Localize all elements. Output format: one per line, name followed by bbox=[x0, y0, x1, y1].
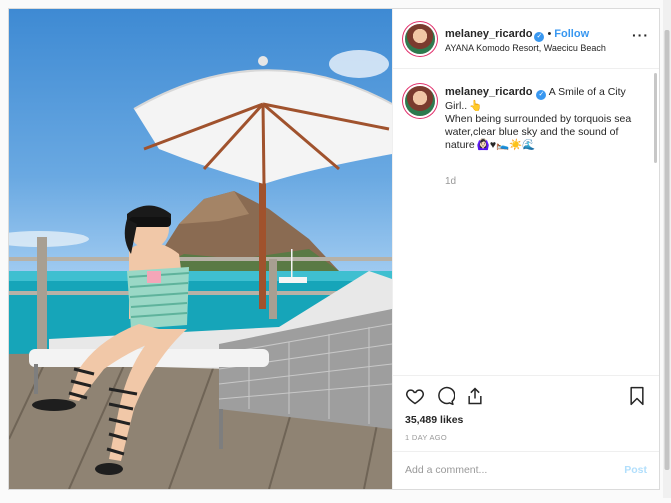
separator-dot: • bbox=[547, 28, 552, 40]
avatar[interactable] bbox=[405, 24, 435, 54]
bookmark-icon[interactable] bbox=[627, 386, 647, 406]
post-photo[interactable] bbox=[9, 9, 392, 489]
post-header: melaney_ricardo ✓ • Follow AYANA Komodo Res… bbox=[393, 9, 659, 69]
caption-text: melaney_ricardo ✓ A Smile of a City Girl.… bbox=[445, 86, 640, 152]
add-comment-bar: Post bbox=[393, 451, 659, 489]
comments-scrollbar[interactable] bbox=[654, 73, 657, 163]
likes-count[interactable]: 35,489 likes bbox=[405, 414, 463, 426]
comment-icon[interactable] bbox=[435, 386, 455, 406]
caption-avatar[interactable] bbox=[405, 86, 435, 116]
caption-line-2: When being surrounded by torquois sea wa… bbox=[445, 113, 632, 151]
comment-input[interactable] bbox=[405, 461, 605, 479]
verified-badge-icon: ✓ bbox=[534, 32, 545, 42]
emoji-string: 🙆🏻‍♀️♥🛌☀️🌊 bbox=[476, 139, 536, 151]
caption-timestamp: 1d bbox=[445, 176, 457, 187]
page-scrollbar[interactable] bbox=[663, 0, 671, 498]
verified-badge-icon: ✓ bbox=[536, 90, 547, 100]
post-sidebar: melaney_ricardo ✓ • Follow AYANA Komodo Res… bbox=[392, 9, 659, 489]
page-scrollbar-track bbox=[663, 0, 671, 498]
post-comment-button[interactable]: Post bbox=[624, 464, 647, 476]
heart-icon[interactable] bbox=[405, 386, 425, 406]
username-link[interactable]: melaney_ricardo bbox=[445, 28, 532, 40]
more-options-icon[interactable]: ··· bbox=[632, 27, 649, 43]
share-icon[interactable] bbox=[465, 386, 485, 406]
beach-scene-image bbox=[9, 50, 392, 489]
instagram-post: melaney_ricardo ✓ • Follow AYANA Komodo Res… bbox=[8, 8, 660, 490]
comments-section: melaney_ricardo ✓ A Smile of a City Girl.… bbox=[393, 69, 659, 379]
caption-username-link[interactable]: melaney_ricardo bbox=[445, 86, 532, 98]
posted-time: 1 DAY AGO bbox=[405, 433, 448, 442]
pointing-up-emoji: 👆 bbox=[469, 100, 483, 112]
follow-button[interactable]: Follow bbox=[554, 28, 589, 40]
location-link[interactable]: AYANA Komodo Resort, Waecicu Beach bbox=[445, 43, 606, 53]
header-user-line: melaney_ricardo ✓ • Follow bbox=[445, 28, 589, 42]
